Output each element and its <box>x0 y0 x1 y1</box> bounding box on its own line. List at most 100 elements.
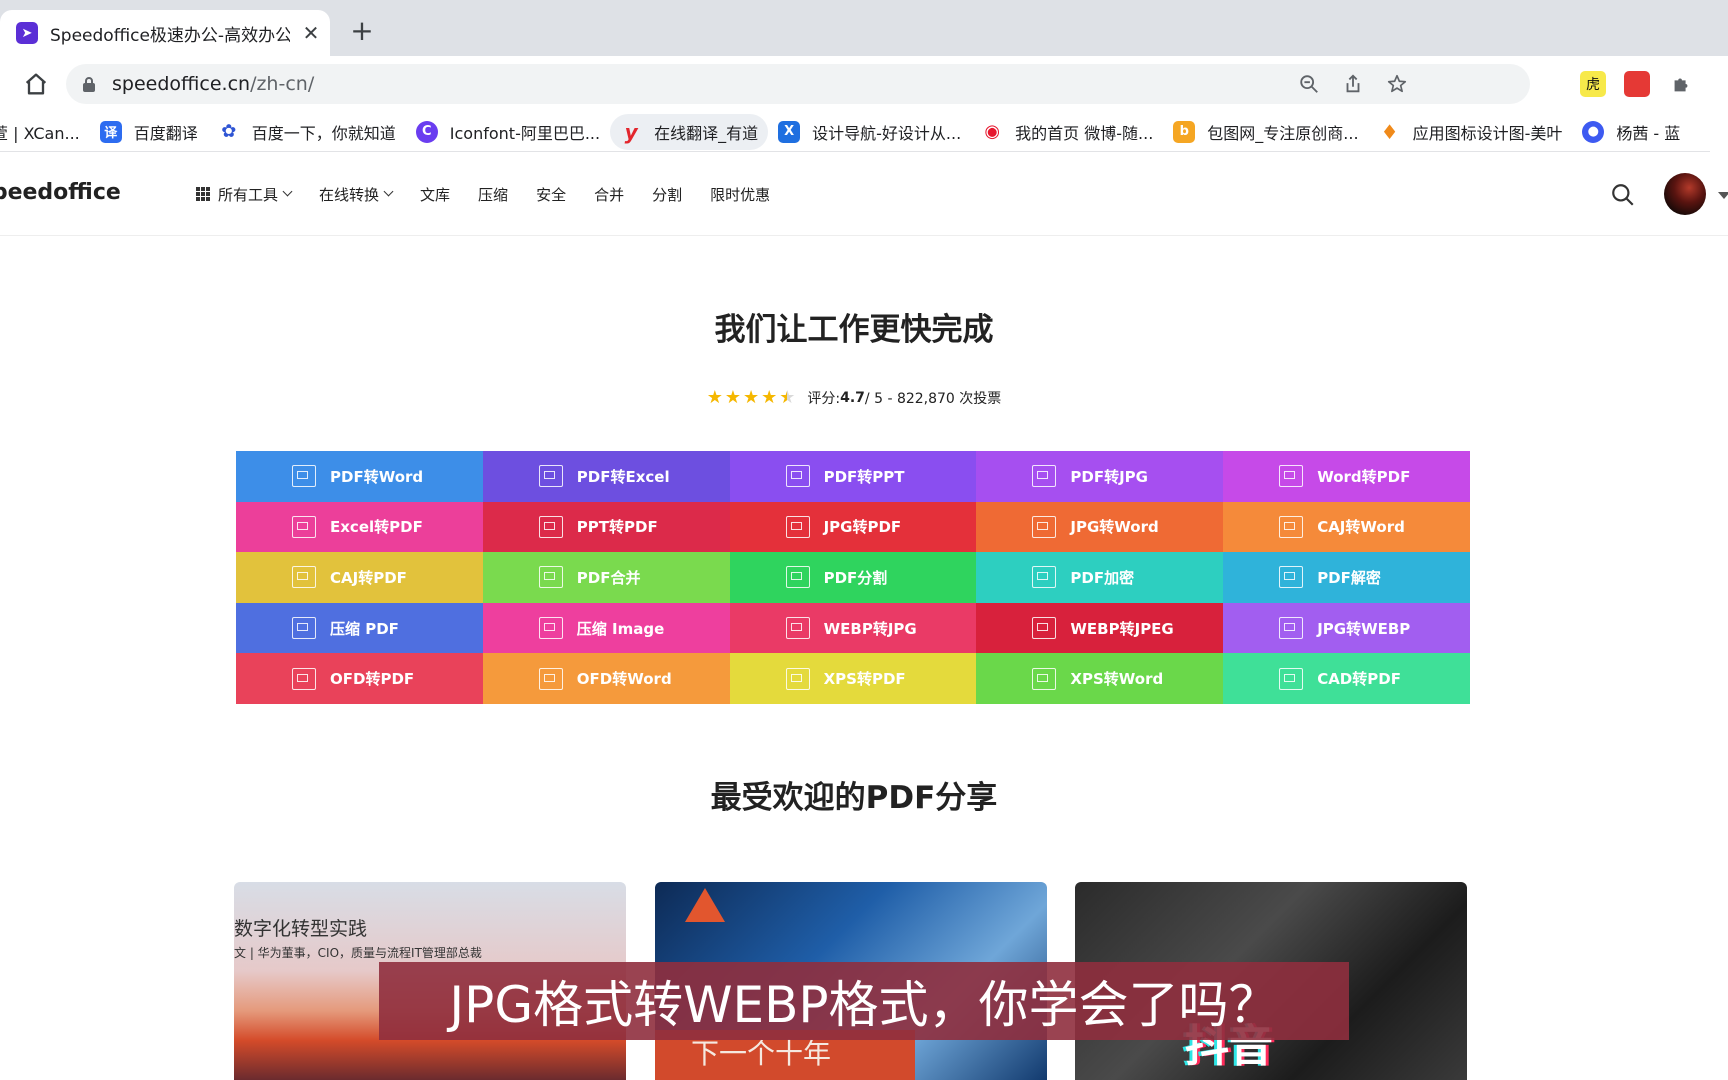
file-convert-icon <box>538 667 563 690</box>
nav-split[interactable]: 分割 <box>652 184 682 205</box>
rating-score: 4.7 <box>840 390 865 406</box>
tool-label: PDF转PPT <box>823 467 905 486</box>
bookmark-item[interactable]: 译 百度翻译 <box>90 114 208 150</box>
file-convert-icon <box>292 465 316 488</box>
bookmark-item[interactable]: b 包图网_专注原创商... <box>1163 114 1368 150</box>
bookmark-label: 百度翻译 <box>133 123 198 143</box>
nav-online-convert[interactable]: 在线转换 <box>319 184 394 205</box>
tool-tile[interactable]: WEBP转JPEG <box>976 602 1224 654</box>
tool-tile[interactable]: PDF分割 <box>729 552 977 603</box>
iconfont-icon: C <box>415 120 438 143</box>
red-extension-icon[interactable] <box>1624 71 1650 97</box>
tool-tile[interactable]: CAD转PDF <box>1223 653 1470 704</box>
hero-title: 我们让工作更快完成 <box>714 312 994 348</box>
nav-merge[interactable]: 合并 <box>594 184 624 205</box>
bookmark-item[interactable]: 萱 | XCan... <box>0 114 90 150</box>
tool-tile[interactable]: 压缩 PDF <box>236 602 483 654</box>
tool-tile[interactable]: OFD转Word <box>482 653 730 704</box>
tool-label: PDF合并 <box>576 568 641 587</box>
file-convert-icon <box>292 515 316 538</box>
close-icon[interactable]: ✕ <box>300 21 322 45</box>
omnibox-actions <box>1296 64 1410 104</box>
bookmark-label: Iconfont-阿里巴巴... <box>449 123 601 143</box>
bookmark-label: 百度一下，你就知道 <box>251 123 396 143</box>
tool-tile[interactable]: PDF转Word <box>236 451 483 502</box>
tool-tile[interactable]: PDF加密 <box>976 552 1224 603</box>
tool-tile[interactable]: XPS转PDF <box>729 653 977 704</box>
bookmark-item[interactable]: X 设计导航-好设计从... <box>768 114 971 150</box>
share-icon[interactable] <box>1340 71 1366 97</box>
bookmark-item[interactable]: ♦ 应用图标设计图-美叶 <box>1369 114 1573 150</box>
search-icon[interactable] <box>1610 182 1636 208</box>
address-bar[interactable]: speedoffice.cn/zh-cn/ <box>66 64 1530 104</box>
card-title: 数字化转型实践 <box>234 918 368 940</box>
tool-tile[interactable]: PDF转JPG <box>976 451 1224 502</box>
tool-tile[interactable]: Word转PDF <box>1223 451 1470 502</box>
tool-label: 压缩 Image <box>576 619 665 638</box>
tool-tile[interactable]: PDF转Excel <box>482 451 730 502</box>
rating-suffix: / 5 - 822,870 次投票 <box>864 391 1002 407</box>
file-convert-icon <box>1279 617 1304 640</box>
caret-down-icon[interactable] <box>1718 192 1728 199</box>
nav-compress[interactable]: 压缩 <box>478 184 508 205</box>
tool-tile[interactable]: Excel转PDF <box>236 501 483 553</box>
tool-tile[interactable]: JPG转WEBP <box>1223 602 1470 654</box>
file-convert-icon <box>1032 667 1057 690</box>
baidu-translate-icon: 译 <box>99 120 122 143</box>
file-convert-icon <box>785 667 810 690</box>
bookmark-item[interactable]: ✿ 百度一下，你就知道 <box>208 114 406 150</box>
design-nav-icon: X <box>778 120 801 143</box>
tool-tile[interactable]: 压缩 Image <box>482 602 730 654</box>
bookmark-item[interactable]: y 在线翻译_有道 <box>610 113 769 150</box>
browser-tab[interactable]: ➤ Speedoffice极速办公-高效办公 ✕ <box>0 10 330 56</box>
bookmark-item[interactable]: ● 杨茜 - 蓝 <box>1572 114 1690 150</box>
file-convert-icon <box>1032 465 1057 488</box>
file-convert-icon <box>292 667 316 690</box>
bookmark-item[interactable]: ◉ 我的首页 微博-随... <box>971 114 1163 150</box>
card-decoration <box>685 888 725 922</box>
tool-tile[interactable]: PDF合并 <box>482 552 730 603</box>
tool-tile[interactable]: JPG转Word <box>976 501 1224 553</box>
tool-label: JPG转WEBP <box>1317 619 1411 638</box>
home-icon[interactable] <box>22 70 50 98</box>
bookmark-item[interactable]: C Iconfont-阿里巴巴... <box>406 114 610 150</box>
tool-label: CAJ转Word <box>1317 518 1405 537</box>
extensions-area: 虎 <box>1580 56 1694 112</box>
tool-label: Word转PDF <box>1317 467 1411 486</box>
rating-stars: ★ ★ ★ ★ ★ <box>707 389 798 407</box>
tool-tile[interactable]: XPS转Word <box>976 653 1224 704</box>
nav-label: 所有工具 <box>218 185 279 204</box>
video-subtitle: JPG格式转WEBP格式，你学会了吗？ <box>379 962 1349 1040</box>
tool-tile[interactable]: PDF转PPT <box>729 451 977 502</box>
tools-grid: PDF转Word PDF转Excel PDF转PPT PDF转JPG Word转PDF E… <box>236 451 1470 704</box>
tool-label: PDF解密 <box>1317 568 1381 587</box>
subtitle-text: JPG格式转WEBP格式，你学会了吗？ <box>449 976 1279 1034</box>
tool-tile[interactable]: OFD转PDF <box>236 653 483 704</box>
tool-tile[interactable]: PDF解密 <box>1223 552 1470 603</box>
tool-tile[interactable]: CAJ转Word <box>1223 501 1470 553</box>
url-text[interactable]: speedoffice.cn/zh-cn/ <box>112 73 314 95</box>
puzzle-icon[interactable] <box>1668 71 1694 97</box>
zoom-icon[interactable] <box>1296 71 1322 97</box>
star-icon: ★ <box>742 387 760 408</box>
star-icon: ★ <box>724 387 741 408</box>
tiger-extension-icon[interactable]: 虎 <box>1580 71 1606 97</box>
bookmark-star-icon[interactable] <box>1384 71 1410 97</box>
tool-tile[interactable]: CAJ转PDF <box>236 552 483 603</box>
tool-label: JPG转Word <box>1070 518 1159 537</box>
youdao-icon: y <box>624 119 638 144</box>
tool-label: OFD转PDF <box>330 670 415 689</box>
tool-tile[interactable]: PPT转PDF <box>482 501 730 553</box>
nav-all-tools[interactable]: 所有工具 <box>196 184 293 205</box>
nav-label: 分割 <box>652 185 683 204</box>
new-tab-button[interactable]: + <box>348 17 376 46</box>
chevron-down-icon <box>282 186 293 197</box>
site-logo[interactable]: Speedoffice <box>0 180 121 205</box>
tool-tile[interactable]: WEBP转JPG <box>729 602 977 654</box>
avatar[interactable] <box>1664 173 1706 215</box>
nav-promotion[interactable]: 限时优惠 <box>710 184 770 205</box>
tool-tile[interactable]: JPG转PDF <box>729 501 977 553</box>
nav-security[interactable]: 安全 <box>536 184 566 205</box>
tool-label: PPT转PDF <box>576 518 658 537</box>
nav-library[interactable]: 文库 <box>420 184 450 205</box>
